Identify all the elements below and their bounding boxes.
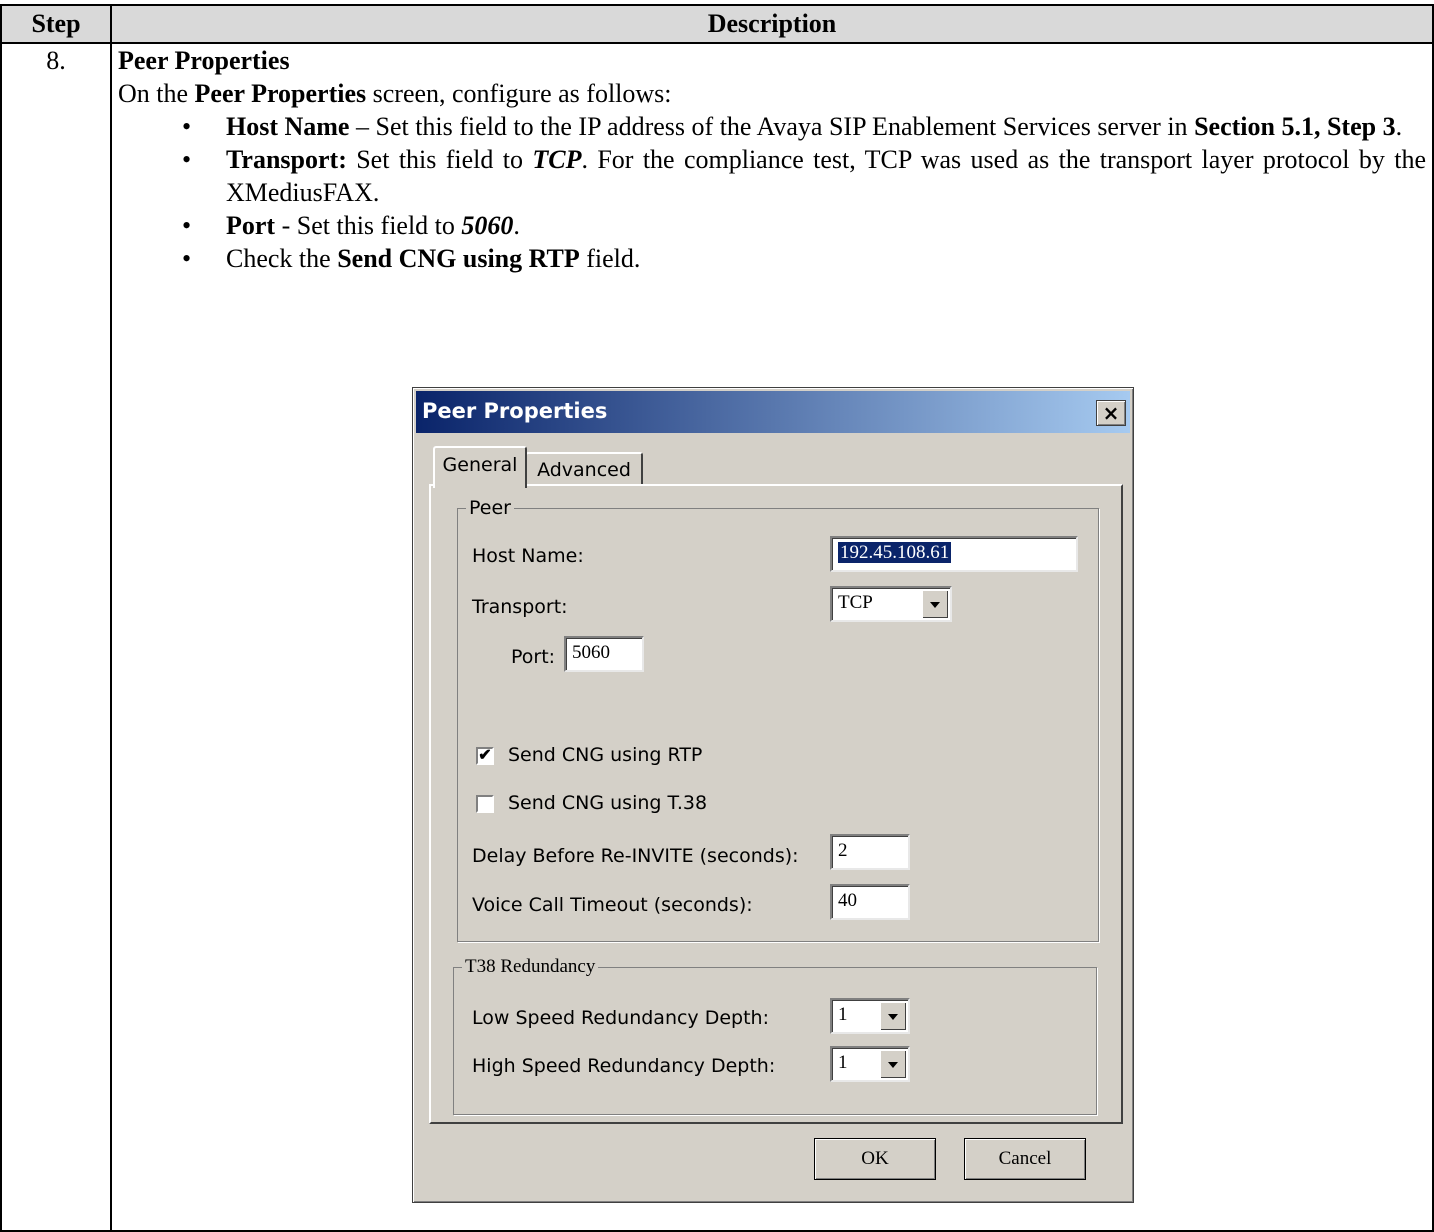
list-item: Host Name – Set this field to the IP add…	[118, 110, 1426, 143]
dialog-titlebar[interactable]: Peer Properties ×	[416, 391, 1130, 433]
bullet-bold: Port	[226, 211, 276, 240]
port-label: Port:	[511, 646, 556, 668]
send-cng-rtp-checkbox[interactable]: ✔	[476, 747, 494, 765]
cancel-button[interactable]: Cancel	[964, 1138, 1086, 1180]
check-icon: ✔	[478, 747, 492, 764]
low-speed-label: Low Speed Redundancy Depth:	[472, 1007, 769, 1029]
send-cng-t38-label: Send CNG using T.38	[508, 792, 708, 814]
voice-timeout-label: Voice Call Timeout (seconds):	[472, 894, 753, 916]
delay-value: 2	[838, 840, 848, 861]
header-description: Description	[110, 4, 1434, 44]
chevron-down-icon[interactable]	[880, 1002, 906, 1030]
list-item: Port - Set this field to 5060.	[118, 209, 1426, 242]
bullet-bold-ref: Section 5.1, Step 3	[1194, 112, 1396, 141]
bullet-text-end: .	[513, 211, 520, 240]
low-speed-value: 1	[838, 1004, 848, 1025]
bullet-value: TCP	[532, 145, 582, 174]
chevron-down-icon[interactable]	[922, 590, 948, 618]
tab-general[interactable]: General	[433, 446, 527, 488]
bullet-text: – Set this field to the IP address of th…	[349, 112, 1195, 141]
bullet-prefix: Check the	[226, 244, 338, 273]
delay-input[interactable]: 2	[830, 834, 910, 870]
tab-advanced[interactable]: Advanced	[525, 452, 643, 486]
high-speed-value: 1	[838, 1052, 848, 1073]
high-speed-select[interactable]: 1	[830, 1046, 910, 1082]
delay-label: Delay Before Re-INVITE (seconds):	[472, 845, 799, 867]
port-input[interactable]: 5060	[564, 636, 644, 672]
bullet-text: Set this field to	[346, 145, 533, 174]
bullet-bold: Send CNG using RTP	[337, 244, 580, 273]
step-number: 8.	[0, 42, 112, 1232]
voice-timeout-value: 40	[838, 890, 857, 911]
peer-group-legend: Peer	[466, 497, 514, 519]
low-speed-select[interactable]: 1	[830, 998, 910, 1034]
bullet-text-end: .	[1395, 112, 1403, 141]
t38-groupbox: T38 Redundancy	[453, 956, 1097, 1115]
t38-group-legend: T38 Redundancy	[462, 956, 599, 978]
host-name-value: 192.45.108.61	[838, 542, 952, 563]
send-cng-t38-checkbox[interactable]	[476, 795, 494, 813]
bullet-text: - Set this field to	[275, 211, 462, 240]
dialog-title: Peer Properties	[422, 399, 608, 423]
chevron-down-icon[interactable]	[880, 1050, 906, 1078]
ok-button[interactable]: OK	[814, 1138, 936, 1180]
intro-suffix: screen, configure as follows:	[366, 79, 672, 108]
close-button[interactable]: ×	[1096, 400, 1126, 426]
intro-prefix: On the	[118, 79, 195, 108]
close-icon: ×	[1102, 401, 1120, 425]
header-step: Step	[0, 4, 112, 44]
bullet-value: 5060	[461, 211, 514, 240]
list-item: Transport: Set this field to TCP. For th…	[118, 143, 1426, 209]
transport-value: TCP	[838, 592, 873, 613]
port-value: 5060	[572, 642, 610, 663]
bullet-bold: Transport:	[226, 145, 347, 174]
voice-timeout-input[interactable]: 40	[830, 884, 910, 920]
intro-bold: Peer Properties	[194, 79, 367, 108]
intro-text: On the Peer Properties screen, configure…	[118, 77, 1426, 110]
bullet-bold: Host Name	[226, 112, 350, 141]
high-speed-label: High Speed Redundancy Depth:	[472, 1055, 776, 1077]
peer-groupbox: Peer	[457, 497, 1099, 942]
host-name-label: Host Name:	[472, 545, 584, 567]
section-title: Peer Properties	[118, 46, 290, 75]
host-name-input[interactable]: 192.45.108.61	[830, 536, 1078, 572]
transport-label: Transport:	[472, 596, 568, 618]
instruction-list: Host Name – Set this field to the IP add…	[118, 110, 1426, 275]
send-cng-rtp-label: Send CNG using RTP	[508, 744, 703, 766]
bullet-text: field.	[579, 244, 641, 273]
list-item: Check the Send CNG using RTP field.	[118, 242, 1426, 275]
transport-select[interactable]: TCP	[830, 586, 952, 622]
